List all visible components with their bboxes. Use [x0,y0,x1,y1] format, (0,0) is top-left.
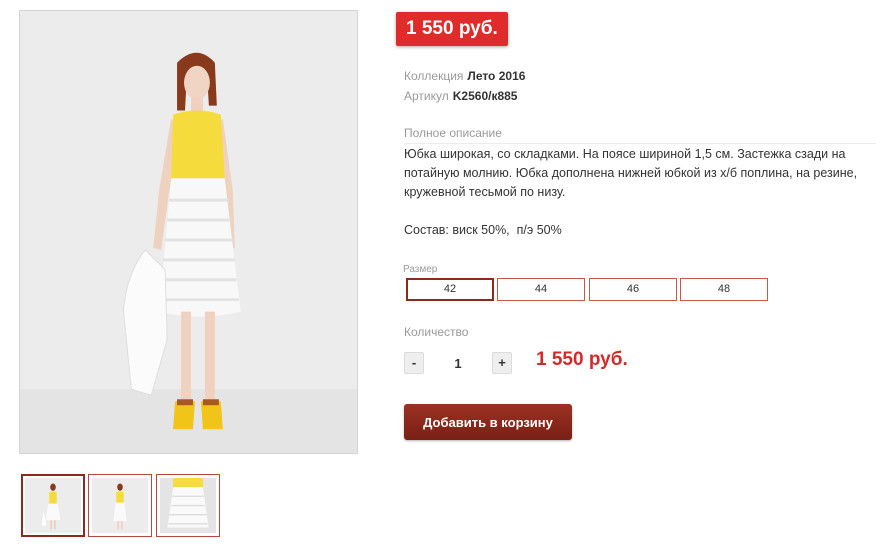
description-text: Юбка широкая, со складками. На поясе шир… [404,147,858,199]
thumbnail-3[interactable] [156,474,220,537]
collection-value: Лето 2016 [467,69,526,83]
main-product-photo[interactable] [19,10,358,454]
total-price: 1 550 руб. [536,349,628,370]
model-photo-image [20,11,357,453]
size-option-48[interactable]: 48 [680,278,768,301]
collection-label: Коллекция [404,69,464,83]
description-label: Полное описание [404,126,502,140]
size-option-42[interactable]: 42 [406,278,494,301]
price-badge: 1 550 руб. [396,12,508,46]
size-label: Размер [403,264,438,275]
description-divider [404,143,876,144]
article-label: Артикул [404,89,449,103]
add-to-cart-button[interactable]: Добавить в корзину [404,404,572,440]
size-option-46[interactable]: 46 [589,278,677,301]
article-value: K2560/к885 [452,89,518,103]
thumbnail-image [25,478,81,533]
collection-row: Коллекция Лето 2016 [404,68,525,84]
quantity-input[interactable] [430,352,486,374]
quantity-label: Количество [404,325,469,339]
composition-text: Состав: виск 50%, п/э 50% [404,223,562,237]
quantity-decrease-button[interactable]: - [404,352,424,374]
quantity-increase-button[interactable]: + [492,352,512,374]
thumbnail-2[interactable] [88,474,152,537]
article-row: Артикул K2560/к885 [404,88,517,104]
size-option-44[interactable]: 44 [497,278,585,301]
thumbnail-image [160,478,216,533]
thumbnail-1[interactable] [21,474,85,537]
thumbnail-image [92,478,148,533]
